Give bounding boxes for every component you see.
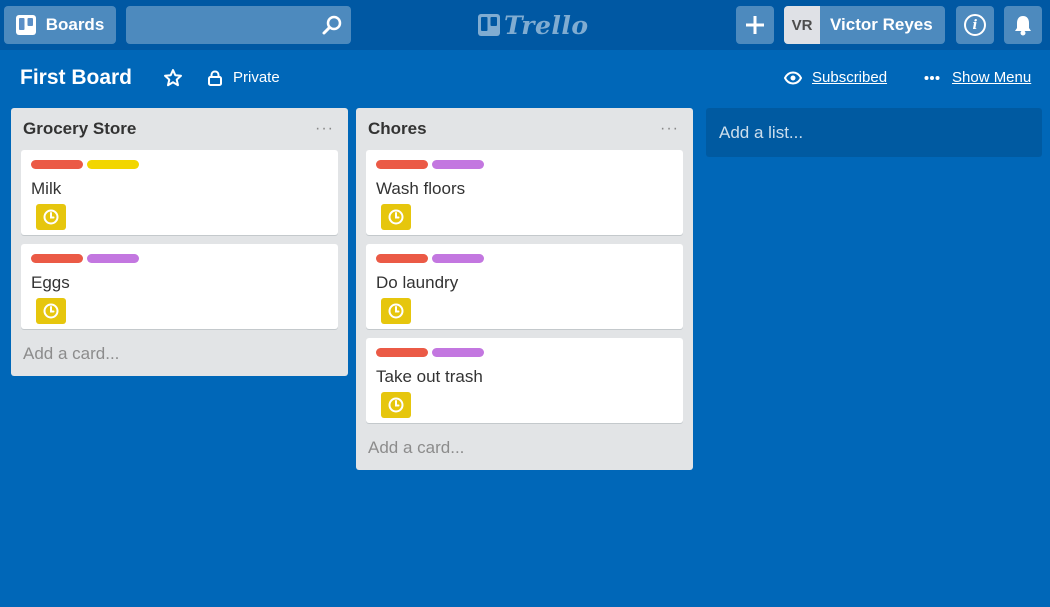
card-labels [376,254,484,263]
board-header: First Board Private Subscribed Show Menu [0,58,1050,100]
label-purple [432,348,484,357]
card-do-laundry[interactable]: Do laundry [366,244,683,329]
due-date-badge [36,204,66,230]
label-purple [432,254,484,263]
bell-icon [1015,16,1031,36]
trello-logo-icon [478,14,500,36]
member-name: Victor Reyes [830,15,933,34]
card-labels [31,254,139,263]
card-labels [376,160,484,169]
due-date-badge [381,204,411,230]
card-take-out-trash[interactable]: Take out trash [366,338,683,423]
boards-icon [15,15,36,35]
top-bar: Boards Trello VR Victor Reyes i [0,0,1050,50]
board-title[interactable]: First Board [20,66,132,90]
card-title: Milk [31,179,62,198]
privacy-label: Private [233,69,280,86]
avatar: VR [784,6,820,44]
card-eggs[interactable]: Eggs [21,244,338,329]
label-purple [87,254,139,263]
due-date-badge [381,298,411,324]
trello-logo[interactable]: Trello [478,10,589,40]
clock-icon [43,209,59,225]
card-title: Take out trash [376,367,483,386]
list-header: Grocery Store ··· [11,108,348,148]
label-red [376,160,428,169]
list-grocery-store: Grocery Store ··· Milk Eggs Add a card..… [11,108,348,376]
boards-label: Boards [45,15,105,34]
label-red [31,160,83,169]
card-title: Do laundry [376,273,459,292]
due-date-badge [36,298,66,324]
show-menu-button[interactable]: Show Menu [924,69,1031,86]
list-title[interactable]: Grocery Store [23,119,136,139]
label-red [376,254,428,263]
boards-button[interactable]: Boards [4,6,116,44]
add-card-button[interactable]: Add a card... [356,430,693,470]
label-purple [432,160,484,169]
card-title: Eggs [31,273,70,292]
due-date-badge [381,392,411,418]
card-labels [31,160,139,169]
card-title: Wash floors [376,179,466,198]
label-yellow [87,160,139,169]
card-milk[interactable]: Milk [21,150,338,235]
card-labels [376,348,484,357]
show-menu-label: Show Menu [952,69,1032,86]
logo-text: Trello [504,10,589,40]
star-icon[interactable] [163,68,183,88]
info-icon: i [964,14,986,36]
privacy-button[interactable]: Private [207,69,280,86]
clock-icon [43,303,59,319]
member-button[interactable]: VR Victor Reyes [784,6,945,44]
list-menu-icon[interactable]: ··· [315,120,334,138]
search-input[interactable] [126,6,316,44]
info-button[interactable]: i [956,6,994,44]
card-wash-floors[interactable]: Wash floors [366,150,683,235]
add-card-button[interactable]: Add a card... [11,336,348,376]
list-menu-icon[interactable]: ··· [660,120,679,138]
more-dots-icon [924,75,940,80]
clock-icon [388,303,404,319]
eye-icon [784,70,802,85]
subscribed-label: Subscribed [812,69,888,86]
clock-icon [388,209,404,225]
clock-icon [388,397,404,413]
add-list-button[interactable]: Add a list... [706,108,1042,157]
subscribed-button[interactable]: Subscribed [784,69,887,86]
lock-icon [208,69,222,86]
list-chores: Chores ··· Wash floors Do laundry Take o… [356,108,693,470]
notifications-button[interactable] [1004,6,1042,44]
search-box[interactable] [126,6,351,44]
plus-icon [746,16,764,34]
add-button[interactable] [736,6,774,44]
search-icon[interactable] [321,14,343,36]
label-red [31,254,83,263]
list-header: Chores ··· [356,108,693,148]
list-title[interactable]: Chores [368,119,427,139]
label-red [376,348,428,357]
